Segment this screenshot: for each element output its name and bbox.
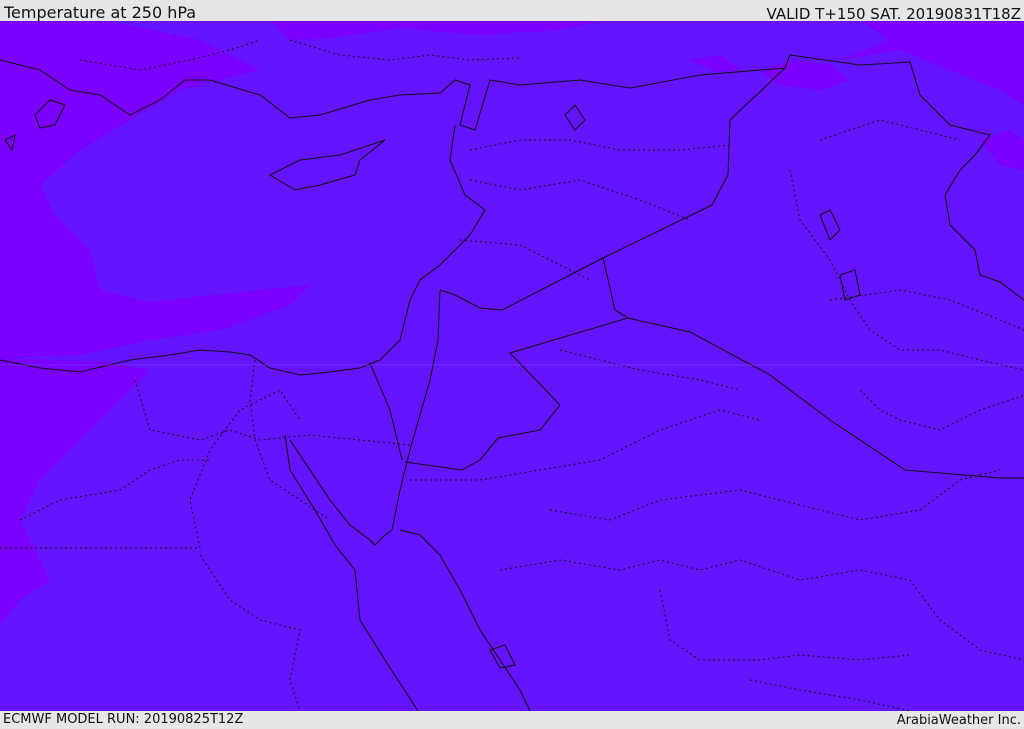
temperature-map: [0, 21, 1024, 711]
map-title: Temperature at 250 hPa: [4, 3, 197, 22]
title-bar: Temperature at 250 hPa VALID T+150 SAT. …: [0, 0, 1024, 23]
footer-bar: ECMWF MODEL RUN: 20190825T12Z ArabiaWeat…: [0, 711, 1024, 729]
credit: ArabiaWeather Inc.: [896, 713, 1021, 728]
model-run: ECMWF MODEL RUN: 20190825T12Z: [3, 712, 244, 727]
temperature-field: [0, 21, 1024, 711]
